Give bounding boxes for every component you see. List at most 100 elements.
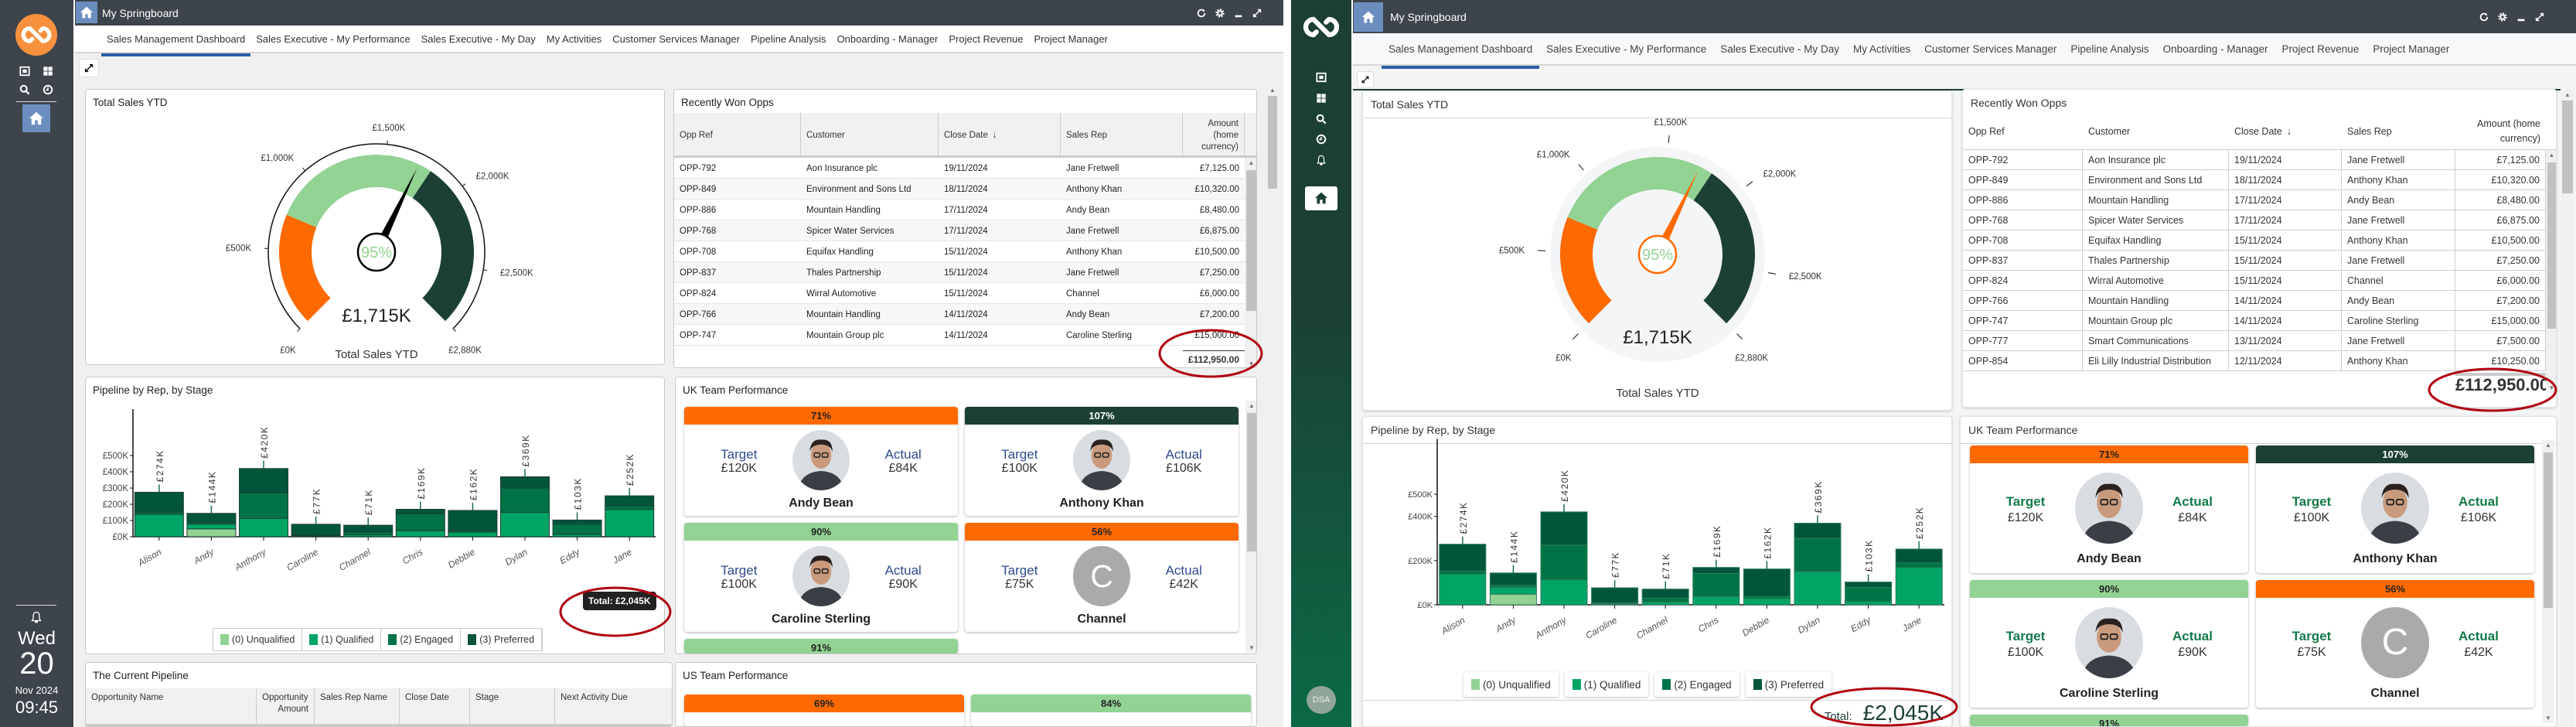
titlebar-home-button[interactable] (1354, 2, 1383, 32)
tab-my-activities[interactable]: My Activities (1846, 43, 1917, 55)
scroll-thumb[interactable] (2562, 101, 2573, 193)
grid-icon[interactable] (43, 66, 53, 77)
clock-icon[interactable] (43, 84, 53, 95)
legend-item[interactable]: (3) Preferred (461, 629, 543, 650)
column-header[interactable]: Customer (801, 113, 939, 158)
scroll-down-icon[interactable]: ▼ (1245, 360, 1256, 367)
legend-item[interactable]: (3) Preferred (1746, 672, 1832, 697)
refresh-icon[interactable] (2479, 12, 2489, 22)
tab-customer-services-manager[interactable]: Customer Services Manager (607, 33, 745, 45)
expand-icon[interactable] (2534, 12, 2545, 22)
tab-sales-management-dashboard[interactable]: Sales Management Dashboard (1382, 43, 1540, 69)
column-header[interactable]: Amount (home currency) (1183, 113, 1245, 158)
team-member-card[interactable]: 91% (684, 639, 958, 654)
team-member-card[interactable]: 56% Target £75K Actual £42K C Channel (2256, 580, 2534, 708)
table-row[interactable]: OPP-766 Mountain Handling 14/11/2024 Andy B… (674, 304, 1245, 325)
column-header[interactable]: Amount (home currency) (2455, 113, 2546, 150)
table-row[interactable]: OPP-792 Aon Insurance plc 19/11/2024 Jane F… (1963, 150, 2546, 170)
page-scrollbar[interactable]: ▲ (1266, 85, 1279, 727)
bell-icon[interactable] (30, 611, 43, 623)
team-member-card[interactable]: 90% Target £100K Actual £90K Caroline Sterlin… (1970, 580, 2248, 708)
search-icon[interactable] (1316, 114, 1327, 125)
table-row[interactable]: OPP-849 Environment and Sons Ltd 18/11/202… (1963, 170, 2546, 190)
refresh-icon[interactable] (1196, 8, 1207, 19)
team-member-card[interactable]: 71% Target £120K Actual £84K Andy Bean (684, 407, 958, 516)
scroll-down-icon[interactable]: ▼ (1245, 644, 1256, 651)
table-row[interactable]: OPP-792 Aon Insurance plc 19/11/2024 Jane F… (674, 158, 1245, 179)
sidebar-home-button[interactable] (22, 104, 50, 132)
table-row[interactable]: OPP-768 Spicer Water Services 17/11/2024 Ja… (674, 220, 1245, 241)
table-row[interactable]: OPP-824 Wirral Automotive 15/11/2024 Channe… (1963, 271, 2546, 291)
table-row[interactable]: OPP-708 Equifax Handling 15/11/2024 Anthony… (1963, 230, 2546, 251)
team-scrollbar[interactable]: ▲ ▼ (2542, 440, 2554, 723)
legend-item[interactable]: (1) Qualified (1565, 672, 1649, 697)
calendar-icon[interactable] (19, 66, 30, 77)
scroll-up-icon[interactable]: ▲ (1245, 159, 1256, 166)
minimize-icon[interactable] (2516, 12, 2527, 22)
scroll-thumb[interactable] (2544, 452, 2553, 608)
column-header[interactable]: Next Activity Due (555, 688, 672, 724)
team-member-card[interactable]: 107% Target £100K Actual £106K Anthony Khan (965, 407, 1239, 516)
column-header[interactable]: Close Date (400, 688, 470, 724)
table-row[interactable]: OPP-766 Mountain Handling 14/11/2024 Andy B… (1963, 291, 2546, 311)
scroll-thumb[interactable] (2547, 162, 2556, 329)
column-header[interactable]: Opp Ref (674, 113, 801, 158)
tab-sales-executive-my-day[interactable]: Sales Executive - My Day (416, 33, 541, 45)
column-header[interactable]: Sales Rep (2342, 113, 2455, 150)
column-header[interactable]: Opp Ref (1963, 113, 2083, 150)
table-scrollbar[interactable]: ▲ ▼ (1245, 158, 1256, 367)
scroll-down-icon[interactable]: ▼ (2542, 715, 2554, 722)
tab-my-activities[interactable]: My Activities (541, 33, 608, 45)
column-header[interactable]: Stage (470, 688, 555, 724)
legend-item[interactable]: (1) Qualified (302, 629, 382, 650)
tab-onboarding-manager[interactable]: Onboarding - Manager (832, 33, 944, 45)
table-row[interactable]: OPP-837 Thales Partnership 15/11/2024 Jane … (1963, 251, 2546, 271)
minimize-icon[interactable] (1233, 8, 1244, 19)
scroll-down-icon[interactable]: ▼ (2546, 384, 2556, 391)
team-member-card[interactable]: 91% (1970, 715, 2248, 726)
legend-item[interactable]: (0) Unqualified (213, 629, 303, 650)
table-row[interactable]: OPP-837 Thales Partnership 15/11/2024 Jane … (674, 262, 1245, 283)
team-member-card[interactable]: 84% (971, 695, 1251, 726)
tab-project-revenue[interactable]: Project Revenue (2275, 43, 2366, 55)
legend-item[interactable]: (2) Engaged (381, 629, 462, 650)
scroll-up-icon[interactable]: ▲ (1266, 87, 1279, 94)
tab-project-revenue[interactable]: Project Revenue (943, 33, 1028, 45)
table-row[interactable]: OPP-768 Spicer Water Services 17/11/2024 Ja… (1963, 210, 2546, 230)
column-header[interactable]: Opportunity Amount (257, 688, 315, 724)
scroll-thumb[interactable] (1268, 96, 1277, 189)
team-member-card[interactable]: 90% Target £100K Actual £90K Caroline Sterlin… (684, 523, 958, 632)
table-row[interactable]: OPP-824 Wirral Automotive 15/11/2024 Channe… (674, 283, 1245, 304)
tab-sales-executive-my-day[interactable]: Sales Executive - My Day (1713, 43, 1846, 55)
expand-dashboard-button[interactable] (1357, 71, 1374, 88)
team-member-card[interactable]: 56% Target £75K Actual £42K C Channel (965, 523, 1239, 632)
springboard-logo[interactable] (1302, 8, 1341, 46)
scroll-up-icon[interactable]: ▲ (2561, 91, 2574, 98)
tab-sales-executive-my-performance[interactable]: Sales Executive - My Performance (1539, 43, 1713, 55)
tab-onboarding-manager[interactable]: Onboarding - Manager (2156, 43, 2275, 55)
search-icon[interactable] (19, 84, 30, 95)
table-row[interactable]: OPP-849 Environment and Sons Ltd 18/11/202… (674, 179, 1245, 200)
calendar-icon[interactable] (1316, 72, 1327, 83)
springboard-logo[interactable] (15, 14, 57, 56)
bell-icon[interactable] (1316, 155, 1327, 166)
titlebar-home-button[interactable] (76, 2, 97, 23)
page-scrollbar[interactable]: ▲ (2561, 90, 2574, 727)
table-row[interactable]: OPP-777 Smart Communications 13/11/2024 Jan… (1963, 331, 2546, 351)
tab-customer-services-manager[interactable]: Customer Services Manager (1917, 43, 2063, 55)
table-row[interactable]: OPP-747 Mountain Group plc 14/11/2024 Carol… (1963, 311, 2546, 331)
sidebar-home-button[interactable] (1305, 186, 1337, 210)
tab-sales-management-dashboard[interactable]: Sales Management Dashboard (101, 33, 251, 56)
tab-project-manager[interactable]: Project Manager (2366, 43, 2456, 55)
table-row[interactable]: OPP-747 Mountain Group plc 14/11/2024 Carol… (674, 325, 1245, 346)
table-row[interactable]: OPP-854 Eli Lilly Industrial Distribution… (1963, 351, 2546, 371)
column-header[interactable]: Customer (2083, 113, 2229, 150)
team-member-card[interactable]: 71% Target £120K Actual £84K Andy Bean (1970, 445, 2248, 573)
tab-pipeline-analysis[interactable]: Pipeline Analysis (2063, 43, 2155, 55)
scroll-up-icon[interactable]: ▲ (1245, 402, 1256, 409)
column-header[interactable]: Close Date ↓ (939, 113, 1061, 158)
gear-icon[interactable] (2497, 12, 2508, 22)
grid-icon[interactable] (1316, 93, 1327, 104)
team-scrollbar[interactable]: ▲ ▼ (1245, 401, 1256, 653)
sort-desc-icon[interactable]: ↓ (993, 131, 997, 140)
